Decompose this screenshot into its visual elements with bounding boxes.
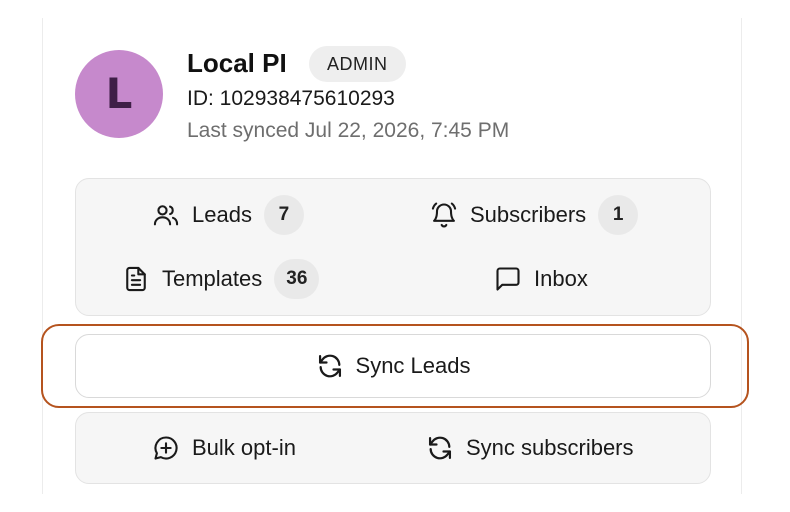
- stat-leads-count: 7: [263, 195, 304, 235]
- sync-subscribers-button[interactable]: Sync subscribers: [426, 428, 634, 468]
- stat-leads[interactable]: Leads 7: [152, 195, 304, 235]
- stat-subscribers-label: Subscribers: [470, 202, 587, 227]
- stat-templates-label: Templates: [162, 266, 263, 291]
- bulk-opt-in-button[interactable]: Bulk opt-in: [152, 428, 296, 468]
- account-name: Local PI: [187, 48, 287, 78]
- refresh-icon: [316, 352, 344, 380]
- stat-templates[interactable]: Templates 36: [122, 259, 320, 299]
- last-synced-text: Last synced Jul 22, 2026, 7:45 PM: [187, 119, 510, 142]
- avatar-letter: L: [105, 69, 133, 118]
- avatar: L: [75, 50, 163, 138]
- stat-subscribers[interactable]: Subscribers 1: [430, 195, 639, 235]
- stat-inbox-label: Inbox: [534, 266, 588, 291]
- bell-icon: [430, 201, 458, 229]
- sync-leads-button[interactable]: Sync Leads: [75, 334, 711, 398]
- bulk-opt-in-label: Bulk opt-in: [192, 435, 296, 460]
- stats-panel: Leads 7 Subscribers 1 Templates 36 Inbox: [75, 178, 711, 316]
- stat-templates-count: 36: [274, 259, 320, 299]
- refresh-icon: [426, 434, 454, 462]
- role-badge: ADMIN: [309, 46, 406, 82]
- actions-panel: Bulk opt-in Sync subscribers: [75, 412, 711, 484]
- file-text-icon: [122, 265, 150, 293]
- account-card: L Local PI ADMIN ID: 102938475610293 Las…: [41, 18, 749, 494]
- message-square-icon: [494, 265, 522, 293]
- account-header: L Local PI ADMIN ID: 102938475610293 Las…: [75, 44, 715, 144]
- stat-leads-label: Leads: [192, 202, 252, 227]
- sync-subscribers-label: Sync subscribers: [466, 435, 634, 460]
- stat-inbox[interactable]: Inbox: [494, 259, 588, 299]
- sync-leads-label: Sync Leads: [355, 353, 471, 378]
- message-plus-icon: [152, 434, 180, 462]
- stat-subscribers-count: 1: [598, 195, 639, 235]
- account-id: ID: 102938475610293: [187, 87, 395, 110]
- users-icon: [152, 201, 180, 229]
